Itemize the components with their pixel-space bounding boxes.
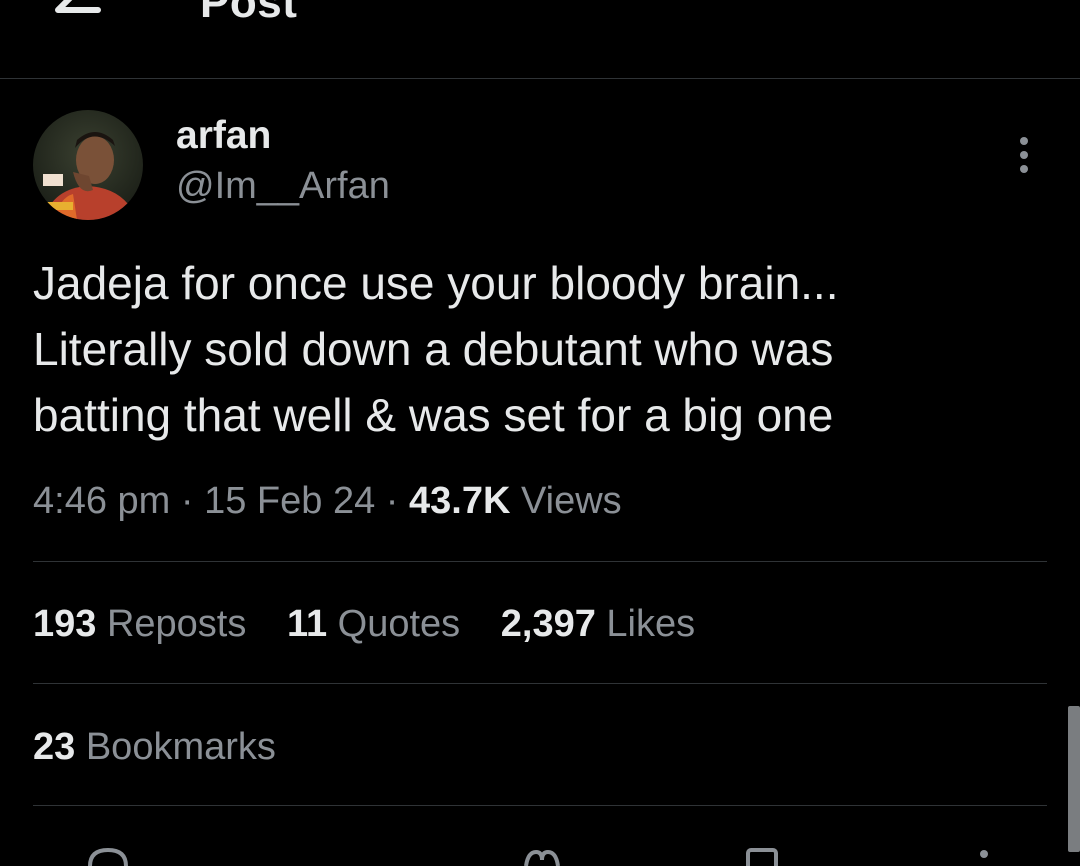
like-icon[interactable] — [522, 846, 562, 866]
scrollbar[interactable] — [1068, 706, 1080, 852]
engagement-stats: 193 Reposts 11 Quotes 2,397 Likes — [33, 603, 725, 646]
quotes-count: 11 — [286, 603, 328, 645]
top-app-bar: Post — [0, 0, 1080, 79]
tweet-line: batting that well & was set for a big on… — [33, 389, 834, 441]
quotes-stat[interactable]: 11 Quotes — [287, 603, 460, 646]
reposts-count: 193 — [33, 603, 97, 645]
views-count: 43.7K — [409, 480, 511, 522]
tweet-text: Jadeja for once use your bloody brain...… — [33, 250, 1043, 448]
bookmarks-label: Bookmarks — [75, 726, 276, 768]
views-label: Views — [510, 480, 622, 522]
reposts-label: Reposts — [96, 603, 247, 645]
likes-stat[interactable]: 2,397 Likes — [501, 603, 695, 646]
action-bar — [0, 832, 1080, 866]
likes-count: 2,397 — [500, 603, 596, 645]
tweet-date: 15 Feb 24 — [204, 480, 376, 522]
profile-photo-avatar — [33, 110, 143, 220]
tweet-metadata: 4:46 pm · 15 Feb 24 · 43.7K Views — [33, 480, 622, 523]
reply-icon[interactable] — [86, 846, 130, 866]
more-vertical-icon — [1020, 137, 1028, 173]
tweet-line: Jadeja for once use your bloody brain... — [33, 257, 839, 309]
divider — [33, 805, 1047, 806]
bookmarks-count: 23 — [33, 726, 76, 768]
divider — [33, 683, 1047, 684]
quotes-label: Quotes — [327, 603, 461, 645]
share-icon[interactable] — [972, 846, 996, 866]
separator: · — [375, 480, 410, 522]
page-title: Post — [200, 0, 298, 27]
avatar[interactable] — [33, 110, 143, 220]
bookmarks-stat[interactable]: 23 Bookmarks — [33, 726, 276, 769]
author-display-name[interactable]: arfan — [176, 114, 271, 158]
author-handle[interactable]: @Im__Arfan — [176, 165, 390, 208]
separator: · — [170, 480, 205, 522]
reposts-stat[interactable]: 193 Reposts — [33, 603, 246, 646]
arrow-left-icon — [55, 0, 101, 13]
tweet-time: 4:46 pm — [33, 480, 171, 522]
tweet-line: Literally sold down a debutant who was — [33, 323, 834, 375]
back-button[interactable] — [50, 0, 110, 30]
more-options-button[interactable] — [1004, 134, 1044, 178]
bookmark-icon[interactable] — [744, 846, 780, 866]
divider — [33, 561, 1047, 562]
likes-label: Likes — [595, 603, 696, 645]
